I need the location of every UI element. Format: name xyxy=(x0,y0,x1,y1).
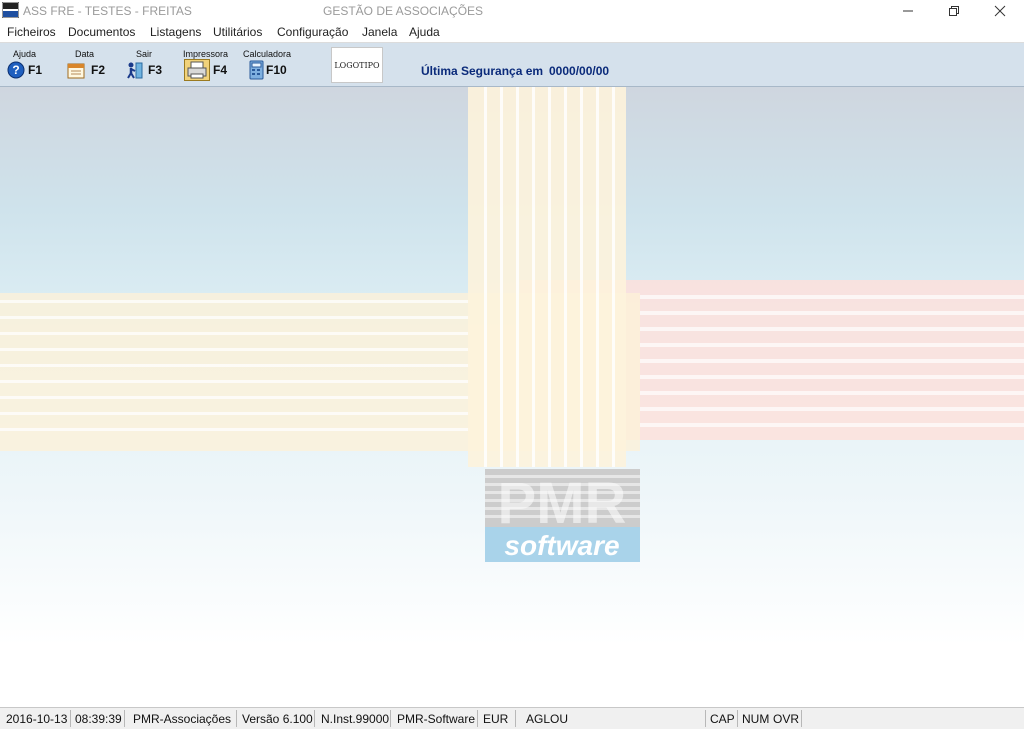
status-separator xyxy=(515,710,516,727)
calendar-icon xyxy=(67,63,85,79)
main-workspace: PMR software xyxy=(0,87,1024,707)
app-icon xyxy=(2,2,19,18)
window-title: ASS FRE - TESTES - FREITAS xyxy=(23,4,192,18)
status-currency: EUR xyxy=(483,712,509,726)
menu-ajuda[interactable]: Ajuda xyxy=(409,25,440,39)
menu-bar: Ficheiros Documentos Listagens Utilitári… xyxy=(0,22,1024,43)
help-icon: ? xyxy=(7,61,25,79)
background-watermark: PMR software xyxy=(0,87,1024,562)
status-overwrite: OVR xyxy=(773,712,800,726)
status-separator xyxy=(70,710,71,727)
printer-tool-button[interactable]: Impressora F4 xyxy=(181,43,231,85)
status-bar: 2016-10-13 08:39:39 PMR-Associações Vers… xyxy=(0,707,1024,729)
status-date: 2016-10-13 xyxy=(6,712,68,726)
last-backup-value: 0000/00/00 xyxy=(549,64,610,78)
minimize-button[interactable] xyxy=(885,0,931,22)
menu-janela[interactable]: Janela xyxy=(362,25,397,39)
status-app-name: PMR-Associações xyxy=(133,712,232,726)
minimize-icon xyxy=(903,10,913,12)
menu-documentos[interactable]: Documentos xyxy=(68,25,135,39)
exit-tool-key: F3 xyxy=(148,63,163,77)
status-separator xyxy=(124,710,125,727)
status-time: 08:39:39 xyxy=(75,712,122,726)
watermark-brand: PMR xyxy=(498,471,627,536)
menu-configuracao[interactable]: Configuração xyxy=(277,25,348,39)
printer-tool-key: F4 xyxy=(213,63,228,77)
status-separator xyxy=(314,710,315,727)
watermark-software-text: software xyxy=(504,530,619,561)
menu-utilitarios[interactable]: Utilitários xyxy=(213,25,262,39)
status-version: Versão 6.100 xyxy=(242,712,313,726)
calculator-tool-button[interactable]: Calculadora F10 xyxy=(242,43,297,85)
status-separator xyxy=(705,710,706,727)
status-installation: N.Inst.99000 xyxy=(321,712,390,726)
help-tool-button[interactable]: Ajuda ? F1 xyxy=(4,43,54,85)
restore-icon xyxy=(949,6,959,16)
printer-icon xyxy=(184,59,210,81)
exit-tool-button[interactable]: Sair F3 xyxy=(122,43,172,85)
close-icon xyxy=(994,5,1006,17)
close-button[interactable] xyxy=(977,0,1023,22)
last-backup-label: Última Segurança em xyxy=(421,64,544,78)
window-center-title: GESTÃO DE ASSOCIAÇÕES xyxy=(323,4,484,18)
logo-placeholder: LOGOTIPO xyxy=(331,47,383,83)
exit-tool-label: Sair xyxy=(136,49,153,59)
calculator-tool-label: Calculadora xyxy=(243,49,292,59)
status-num-lock: NUM xyxy=(742,712,770,726)
status-separator xyxy=(801,710,802,727)
status-separator xyxy=(236,710,237,727)
calculator-tool-key: F10 xyxy=(266,63,287,77)
menu-ficheiros[interactable]: Ficheiros xyxy=(7,25,56,39)
printer-tool-label: Impressora xyxy=(183,49,229,59)
status-caps-lock: CAP xyxy=(710,712,735,726)
svg-text:?: ? xyxy=(12,63,19,77)
status-user: AGLOU xyxy=(526,712,569,726)
status-separator xyxy=(477,710,478,727)
exit-person-icon xyxy=(127,62,143,79)
status-separator xyxy=(737,710,738,727)
help-tool-label: Ajuda xyxy=(13,49,37,59)
status-vendor: PMR-Software xyxy=(397,712,476,726)
status-separator xyxy=(390,710,391,727)
date-tool-button[interactable]: Data F2 xyxy=(64,43,114,85)
menu-listagens[interactable]: Listagens xyxy=(150,25,201,39)
calculator-icon xyxy=(249,60,264,80)
restore-button[interactable] xyxy=(931,0,977,22)
title-bar: ASS FRE - TESTES - FREITAS GESTÃO DE ASS… xyxy=(0,0,1024,22)
help-tool-key: F1 xyxy=(28,63,43,77)
date-tool-label: Data xyxy=(75,49,95,59)
date-tool-key: F2 xyxy=(91,63,106,77)
